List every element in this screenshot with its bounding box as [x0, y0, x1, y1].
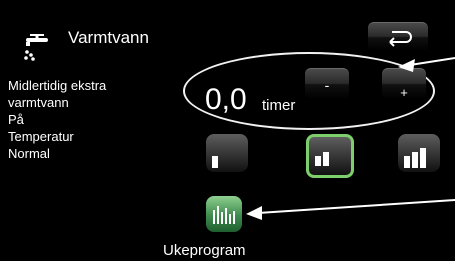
pointer-arrows	[246, 57, 455, 220]
info-line-hot-water: varmtvann	[8, 95, 69, 110]
arrow-line-top	[409, 57, 455, 66]
info-line-extra: Midlertidig ekstra	[8, 78, 107, 93]
back-button[interactable]	[368, 22, 428, 51]
info-line-temperature-label: Temperatur	[8, 129, 74, 144]
info-line-temperature-value: Normal	[8, 146, 50, 161]
arrow-head-top	[398, 59, 415, 72]
ukeprogram-button[interactable]	[206, 196, 242, 232]
page-title: Varmtvann	[68, 28, 149, 47]
info-line-status: På	[8, 112, 24, 127]
arrow-head-bottom	[246, 206, 262, 220]
arrow-line-bottom	[257, 199, 455, 214]
return-arrow-icon	[389, 31, 412, 47]
ukeprogram-label: Ukeprogram	[163, 242, 246, 259]
bar-chart-icon	[213, 206, 235, 224]
hot-water-tap-icon	[22, 28, 56, 62]
